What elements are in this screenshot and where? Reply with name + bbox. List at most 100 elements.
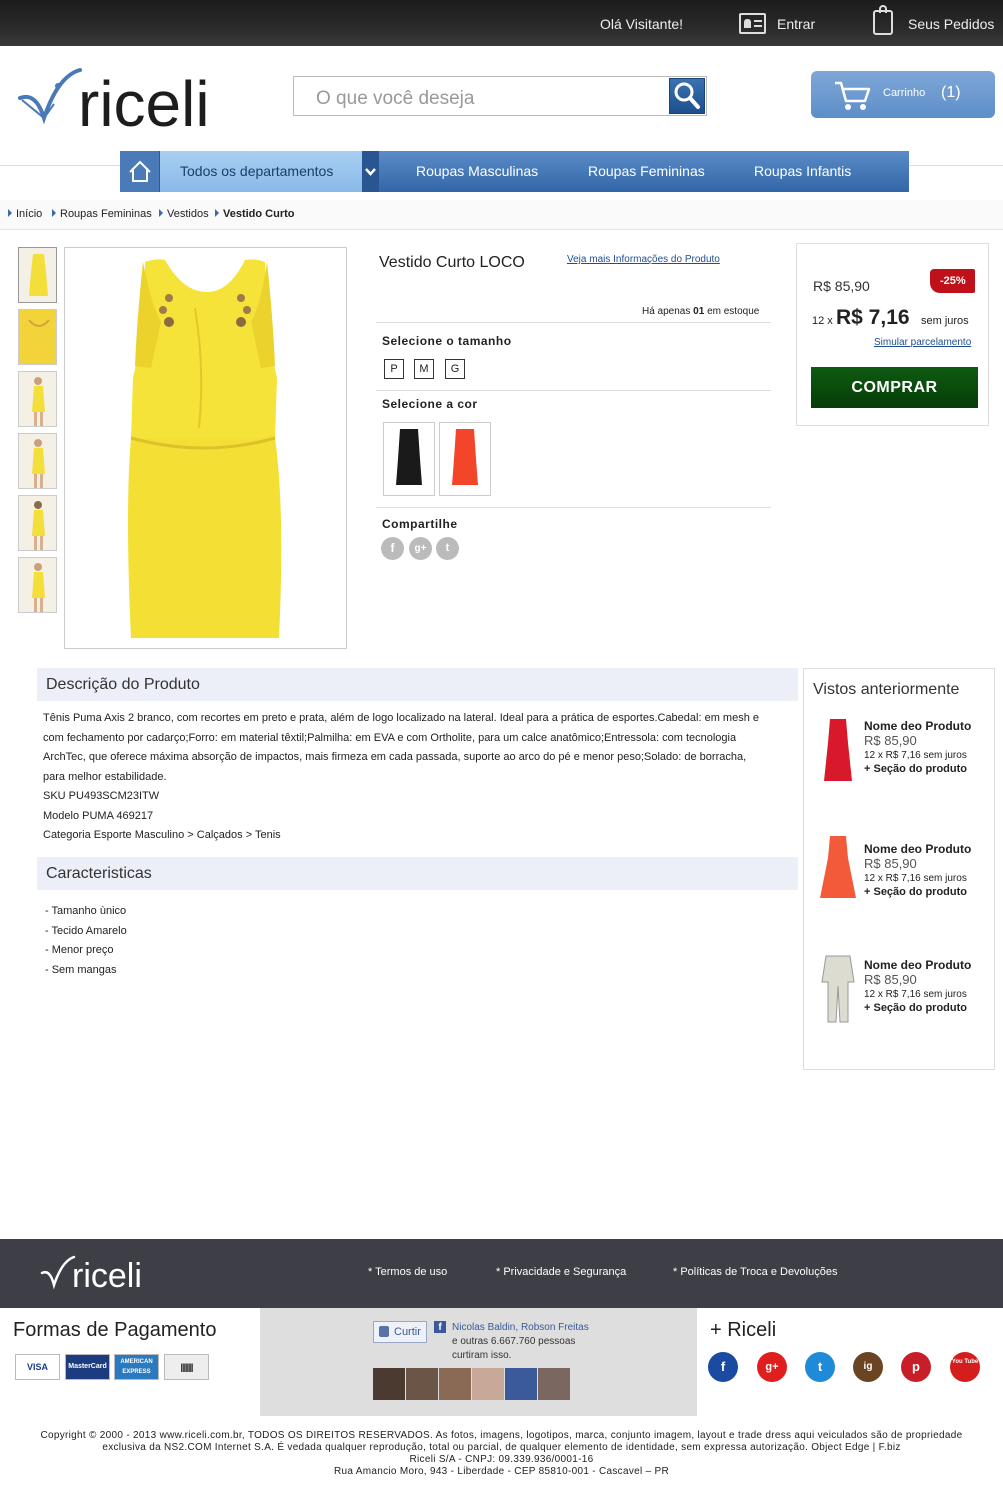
logo-wordmark: riceli [78,68,210,132]
google-plus-icon[interactable]: g+ [757,1352,787,1382]
breadcrumb-item[interactable]: Início [8,208,42,220]
avatar[interactable] [406,1368,438,1400]
simulate-installments-link[interactable]: Simular parcelamento [874,337,971,348]
facebook-icon: f [434,1321,446,1333]
breadcrumb-item[interactable]: Roupas Femininas [52,208,152,220]
breadcrumb: Início Roupas Femininas Vestidos Vestido… [0,200,1003,230]
facebook-others-count: e outras 6.667.760 pessoas [452,1336,576,1347]
home-button[interactable] [120,151,160,192]
mastercard-icon: MasterCard [65,1354,110,1380]
size-label: Selecione o tamanho [382,334,512,348]
feature-item: - Tecido Amarelo [45,924,127,937]
shopping-bag-icon[interactable] [873,5,893,35]
twitter-icon[interactable]: t [805,1352,835,1382]
instagram-icon[interactable]: ig [853,1352,883,1382]
social-title: + Riceli [710,1319,777,1341]
login-link[interactable]: Entrar [777,16,815,32]
footer-info: Formas de Pagamento VISA MasterCard AMER… [0,1308,1003,1416]
youtube-icon[interactable]: You Tube [950,1352,980,1382]
breadcrumb-item[interactable]: Vestidos [159,208,209,220]
stock-info: Há apenas 01 em estoque [642,306,760,317]
product-thumbnail[interactable] [18,371,57,427]
divider [376,322,771,323]
boleto-icon: |||||||| [164,1354,209,1380]
facebook-like-button[interactable]: Curtir [373,1321,427,1343]
riceli-logo[interactable]: riceli [14,62,244,140]
divider [376,507,771,508]
nav-roupas-masculinas[interactable]: Roupas Masculinas [416,163,538,179]
greeting-text: Olá Visitante! [600,16,684,32]
size-option-m[interactable]: M [414,359,434,379]
recently-viewed-title: Vistos anteriormente [813,681,960,698]
no-interest-text: sem juros [921,315,969,327]
product-image [824,719,852,781]
nav-roupas-infantis[interactable]: Roupas Infantis [754,163,851,179]
product-thumbnail[interactable] [18,557,57,613]
more-info-link[interactable]: Veja mais Informações do Produto [567,254,720,265]
price-box: R$ 85,90 -25% 12 x R$ 7,16 sem juros Sim… [796,243,989,426]
search-box[interactable]: O que você deseja [293,76,707,116]
share-twitter-icon[interactable]: t [436,537,459,560]
share-googleplus-icon[interactable]: g+ [409,537,432,560]
recently-viewed-panel: Vistos anteriormente Nome deo Produto R$… [803,668,995,1070]
product-thumbnail[interactable] [18,309,57,365]
top-bar: Olá Visitante! Entrar Seus Pedidos [0,0,1003,46]
visa-card-icon: VISA [15,1354,60,1380]
facebook-avatars [373,1368,571,1400]
social-links: + Riceli f g+ t ig p You Tube [697,1308,1003,1416]
terms-link[interactable]: * Termos de uso [368,1266,447,1278]
features-title: Caracteristicas [46,865,152,882]
recently-viewed-item[interactable]: Nome deo Produto R$ 85,90 12 x R$ 7,16 s… [804,836,994,918]
nav-roupas-femininas[interactable]: Roupas Femininas [588,163,705,179]
cart-button[interactable]: Carrinho (1) [811,71,995,118]
avatar[interactable] [505,1368,537,1400]
orders-link[interactable]: Seus Pedidos [908,16,994,32]
features-list: - Tamanho ùnico - Tecido Amarelo - Menor… [45,902,127,980]
color-option-black[interactable] [383,422,435,496]
features-header: Caracteristicas [37,857,798,890]
cart-icon [835,81,871,110]
size-option-p[interactable]: P [384,359,404,379]
color-swatch-dress [396,429,422,485]
buy-button[interactable]: COMPRAR [811,367,978,408]
color-label: Selecione a cor [382,397,478,411]
copyright-text: Copyright © 2000 - 2013 www.riceli.com.b… [40,1430,963,1477]
facebook-liked-text: curtiram isso. [452,1350,512,1361]
recently-viewed-item[interactable]: Nome deo Produto R$ 85,90 12 x R$ 7,16 s… [804,715,994,795]
discount-badge: -25% [930,269,975,293]
search-input[interactable]: O que você deseja [316,88,474,110]
product-main-image[interactable] [64,247,347,649]
installments-count: 12 x [812,315,833,327]
product-image [821,955,855,1023]
pinterest-icon[interactable]: p [901,1352,931,1382]
privacy-link[interactable]: * Privacidade e Segurança [496,1266,626,1278]
divider [376,390,771,391]
product-title: Vestido Curto LOCO [379,254,525,271]
avatar[interactable] [472,1368,504,1400]
product-thumbnail[interactable] [18,433,57,489]
size-option-g[interactable]: G [445,359,465,379]
recently-viewed-item[interactable]: Nome deo Produto R$ 85,90 12 x R$ 7,16 s… [804,954,994,1034]
footer-logo[interactable]: riceli [40,1253,160,1293]
color-option-red[interactable] [439,422,491,496]
description-text: Tênis Puma Axis 2 branco, com recortes e… [43,712,759,841]
color-swatch-dress [452,429,478,485]
avatar[interactable] [373,1368,405,1400]
all-departments-label: Todos os departamentos [180,163,334,179]
product-thumbnail[interactable] [18,247,57,303]
departments-dropdown-button[interactable] [362,151,379,192]
site-header: riceli O que você deseja Carrinho (1) [0,46,1003,166]
description-header: Descrição do Produto [37,668,798,701]
avatar[interactable] [439,1368,471,1400]
facebook-friends[interactable]: Nicolas Baldin, Robson Freitas [452,1322,589,1333]
avatar[interactable] [538,1368,570,1400]
facebook-icon[interactable]: f [708,1352,738,1382]
user-card-icon[interactable] [739,13,766,34]
share-facebook-icon[interactable]: f [381,537,404,560]
product-thumbnail[interactable] [18,495,57,551]
returns-policy-link[interactable]: * Políticas de Troca e Devoluções [673,1266,837,1278]
facebook-like-box: Curtir f Nicolas Baldin, Robson Freitas … [260,1308,697,1416]
all-departments-menu[interactable]: Todos os departamentos [160,151,362,192]
search-button[interactable] [669,78,705,114]
search-icon [674,82,700,109]
